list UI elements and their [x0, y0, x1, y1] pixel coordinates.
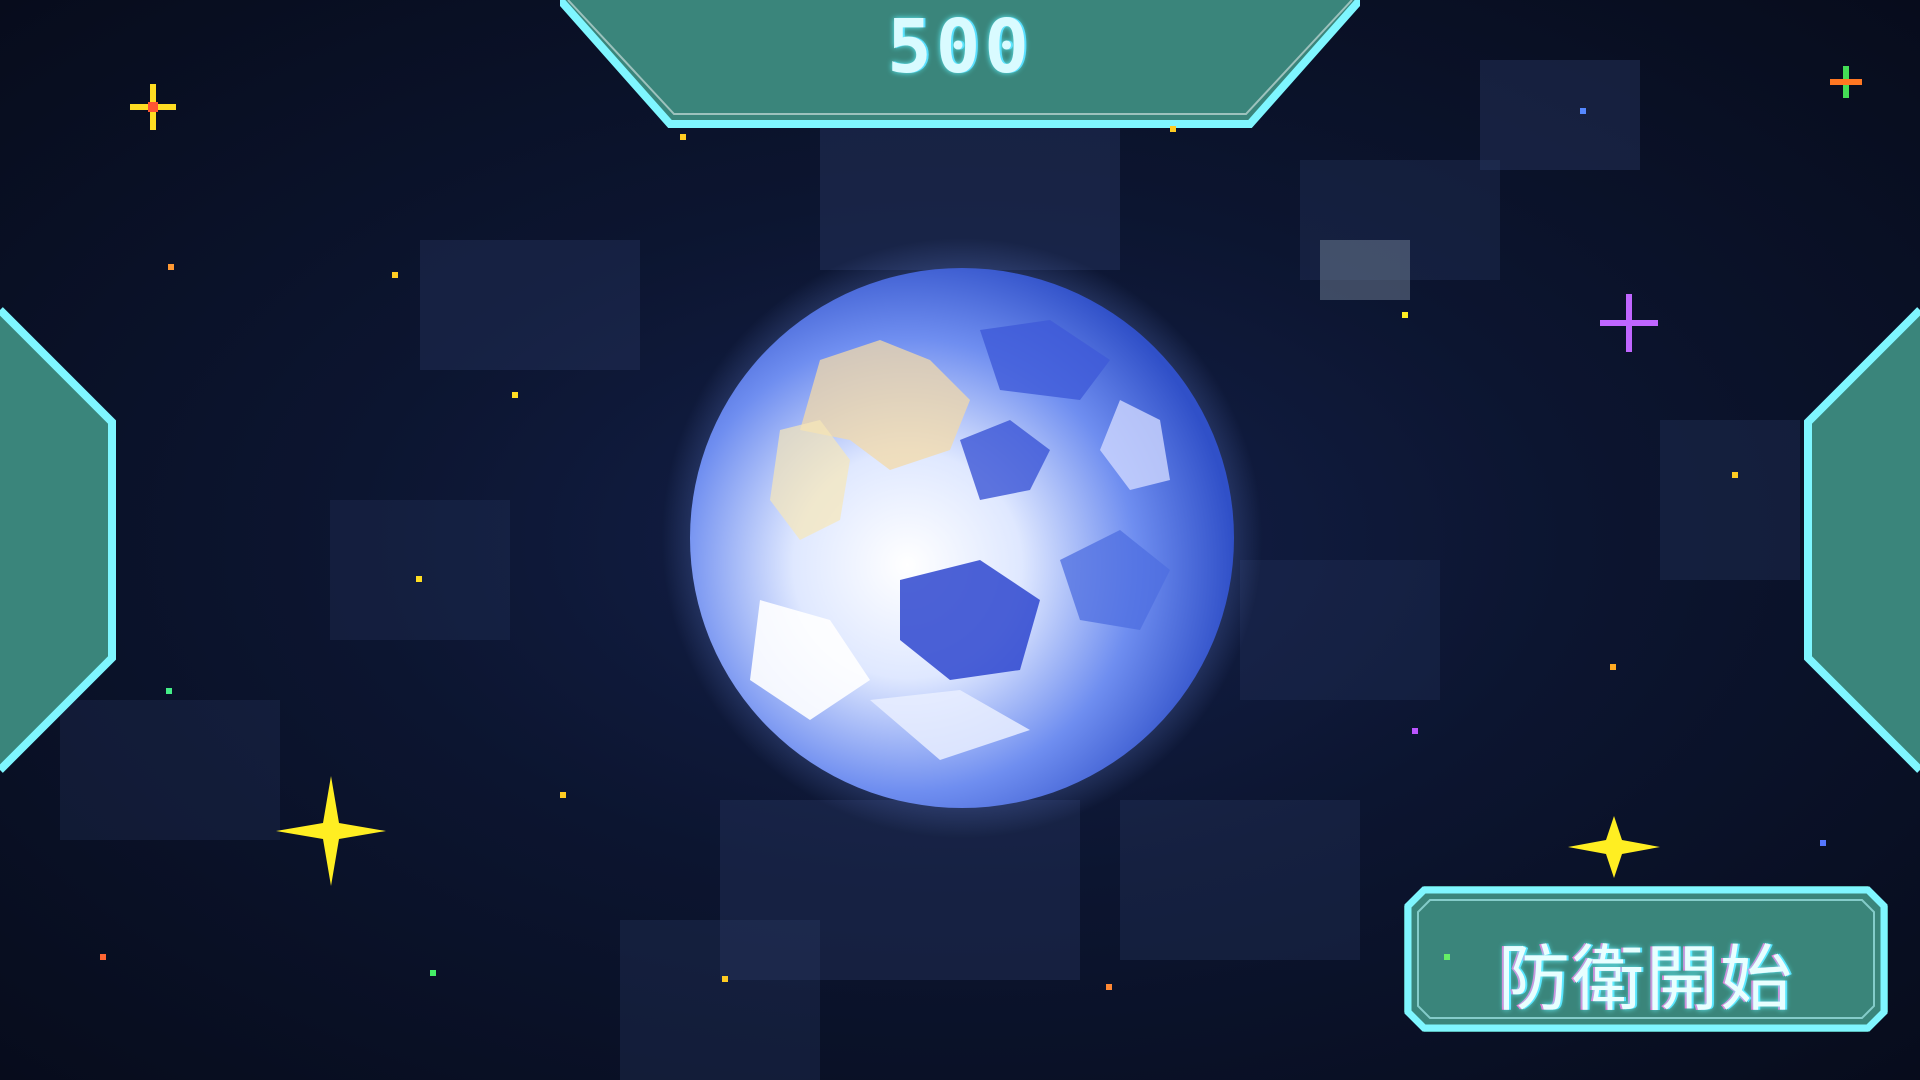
plus-star-icon	[1830, 66, 1862, 98]
star-dot	[1170, 126, 1176, 132]
score-value: 500	[887, 4, 1033, 90]
star-dot	[1820, 840, 1826, 846]
start-defense-label: 防衛開始	[1497, 937, 1794, 1021]
star-dot	[416, 576, 422, 582]
star-dot	[560, 792, 566, 798]
star-dot	[1402, 312, 1408, 318]
plus-star-icon	[130, 84, 176, 130]
left-side-panel	[0, 300, 120, 780]
star-dot	[1106, 984, 1112, 990]
start-defense-button[interactable]: 防衛開始	[1404, 886, 1888, 1032]
four-point-star-icon	[1568, 816, 1660, 878]
star-dot	[722, 976, 728, 982]
star-dot	[100, 954, 106, 960]
star-dot	[1732, 472, 1738, 478]
star-dot	[430, 970, 436, 976]
star-dot	[512, 392, 518, 398]
star-dot	[1580, 108, 1586, 114]
game-viewport: 500 防衛開始	[0, 0, 1920, 1080]
star-dot	[680, 134, 686, 140]
star-dot	[168, 264, 174, 270]
star-dot	[392, 272, 398, 278]
right-side-panel	[1800, 300, 1920, 780]
plus-star-icon	[1600, 294, 1658, 352]
star-dot	[166, 688, 172, 694]
star-dot	[1444, 954, 1450, 960]
star-dot	[1610, 664, 1616, 670]
star-dot	[1412, 728, 1418, 734]
four-point-star-icon	[276, 776, 386, 886]
score-panel: 500	[560, 0, 1360, 128]
